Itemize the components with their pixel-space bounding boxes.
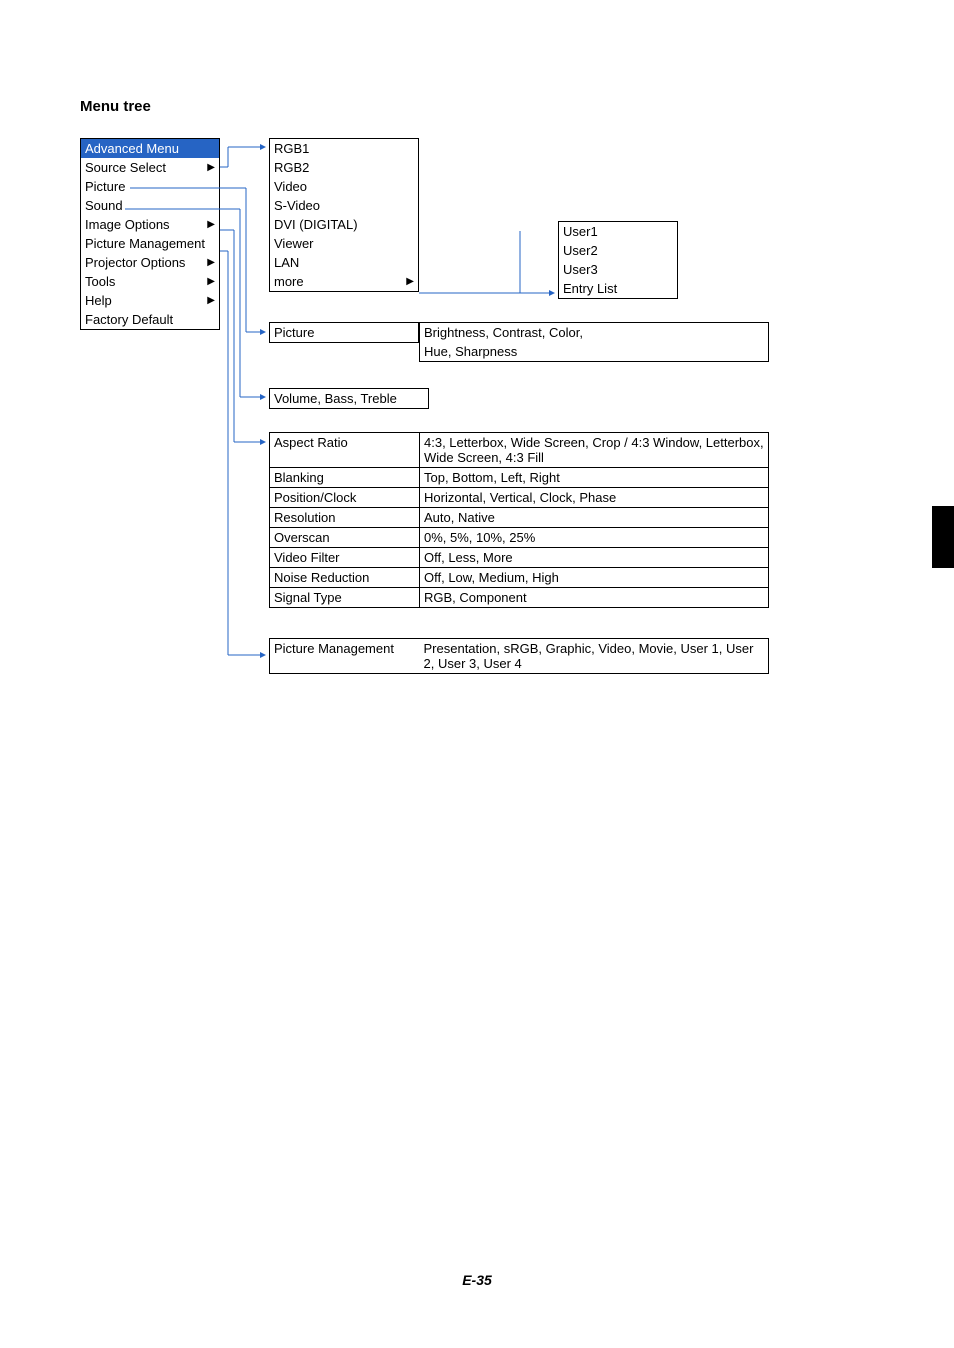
sound-box: Volume, Bass, Treble xyxy=(269,388,429,409)
table-row: Signal Type RGB, Component xyxy=(270,588,769,608)
source-item-rgb2[interactable]: RGB2 xyxy=(270,158,418,177)
menu-item-sound[interactable]: Sound xyxy=(81,196,219,215)
menu-label: Picture xyxy=(85,179,125,194)
option-values: Top, Bottom, Left, Right xyxy=(420,468,769,488)
item-label: DVI (DIGITAL) xyxy=(274,217,358,232)
advanced-menu-header: Advanced Menu xyxy=(81,139,219,158)
menu-label: Source Select xyxy=(85,160,166,175)
menu-label: Sound xyxy=(85,198,123,213)
source-item-video[interactable]: Video xyxy=(270,177,418,196)
table-row: Aspect Ratio 4:3, Letterbox, Wide Screen… xyxy=(270,433,769,468)
source-item-more[interactable]: more ▶ xyxy=(270,272,418,291)
item-label: Video xyxy=(274,179,307,194)
menu-item-image-options[interactable]: Image Options ▶ xyxy=(81,215,219,234)
picture-box: Picture xyxy=(269,322,419,343)
item-label: RGB1 xyxy=(274,141,309,156)
item-label: more xyxy=(274,274,304,289)
menu-label: Projector Options xyxy=(85,255,185,270)
menu-label: Picture Management xyxy=(85,236,205,251)
option-values: 4:3, Letterbox, Wide Screen, Crop / 4:3 … xyxy=(420,433,769,468)
menu-item-help[interactable]: Help ▶ xyxy=(81,291,219,310)
picture-management-box: Picture Management Presentation, sRGB, G… xyxy=(269,638,769,674)
table-row: Picture Management Presentation, sRGB, G… xyxy=(270,639,769,674)
source-item-dvi[interactable]: DVI (DIGITAL) xyxy=(270,215,418,234)
table-row: Video Filter Off, Less, More xyxy=(270,548,769,568)
page-side-tab xyxy=(932,506,954,568)
chevron-right-icon: ▶ xyxy=(406,276,414,287)
item-label: LAN xyxy=(274,255,299,270)
picture-detail: Brightness, Contrast, Color, Hue, Sharpn… xyxy=(419,322,769,362)
picture-detail-line: Hue, Sharpness xyxy=(420,342,768,361)
source-item-lan[interactable]: LAN xyxy=(270,253,418,272)
more-item-user1[interactable]: User1 xyxy=(559,222,677,241)
option-name: Blanking xyxy=(270,468,420,488)
chevron-right-icon: ▶ xyxy=(207,219,215,230)
source-item-rgb1[interactable]: RGB1 xyxy=(270,139,418,158)
menu-label: Help xyxy=(85,293,112,308)
menu-item-projector-options[interactable]: Projector Options ▶ xyxy=(81,253,219,272)
source-item-viewer[interactable]: Viewer xyxy=(270,234,418,253)
picture-detail-line: Brightness, Contrast, Color, xyxy=(420,323,768,342)
source-item-svideo[interactable]: S-Video xyxy=(270,196,418,215)
more-list: User1 User2 User3 Entry List xyxy=(558,221,678,299)
option-name: Aspect Ratio xyxy=(270,433,420,468)
menu-item-factory-default[interactable]: Factory Default xyxy=(81,310,219,329)
option-values: Horizontal, Vertical, Clock, Phase xyxy=(420,488,769,508)
menu-item-picture-management[interactable]: Picture Management xyxy=(81,234,219,253)
option-values: Off, Less, More xyxy=(420,548,769,568)
more-item-entry-list[interactable]: Entry List xyxy=(559,279,677,298)
chevron-right-icon: ▶ xyxy=(207,162,215,173)
menu-item-picture[interactable]: Picture xyxy=(81,177,219,196)
option-name: Position/Clock xyxy=(270,488,420,508)
table-row: Overscan 0%, 5%, 10%, 25% xyxy=(270,528,769,548)
option-values: Auto, Native xyxy=(420,508,769,528)
pm-values: Presentation, sRGB, Graphic, Video, Movi… xyxy=(420,639,769,674)
menu-label: Tools xyxy=(85,274,115,289)
more-item-user3[interactable]: User3 xyxy=(559,260,677,279)
advanced-menu: Advanced Menu Source Select ▶ Picture So… xyxy=(80,138,220,330)
item-label: Viewer xyxy=(274,236,314,251)
pm-name: Picture Management xyxy=(270,639,420,674)
page-footer: E-35 xyxy=(0,1272,954,1288)
chevron-right-icon: ▶ xyxy=(207,257,215,268)
menu-label: Factory Default xyxy=(85,312,173,327)
option-name: Signal Type xyxy=(270,588,420,608)
option-name: Overscan xyxy=(270,528,420,548)
table-row: Noise Reduction Off, Low, Medium, High xyxy=(270,568,769,588)
image-options-table: Aspect Ratio 4:3, Letterbox, Wide Screen… xyxy=(269,432,769,608)
item-label: RGB2 xyxy=(274,160,309,175)
table-row: Position/Clock Horizontal, Vertical, Clo… xyxy=(270,488,769,508)
option-values: RGB, Component xyxy=(420,588,769,608)
menu-item-tools[interactable]: Tools ▶ xyxy=(81,272,219,291)
table-row: Blanking Top, Bottom, Left, Right xyxy=(270,468,769,488)
option-values: Off, Low, Medium, High xyxy=(420,568,769,588)
menu-item-source-select[interactable]: Source Select ▶ xyxy=(81,158,219,177)
option-name: Video Filter xyxy=(270,548,420,568)
chevron-right-icon: ▶ xyxy=(207,295,215,306)
menu-label: Image Options xyxy=(85,217,170,232)
page-title: Menu tree xyxy=(80,98,151,115)
option-name: Resolution xyxy=(270,508,420,528)
more-item-user2[interactable]: User2 xyxy=(559,241,677,260)
option-name: Noise Reduction xyxy=(270,568,420,588)
option-values: 0%, 5%, 10%, 25% xyxy=(420,528,769,548)
table-row: Resolution Auto, Native xyxy=(270,508,769,528)
chevron-right-icon: ▶ xyxy=(207,276,215,287)
item-label: S-Video xyxy=(274,198,320,213)
source-select-list: RGB1 RGB2 Video S-Video DVI (DIGITAL) Vi… xyxy=(269,138,419,292)
